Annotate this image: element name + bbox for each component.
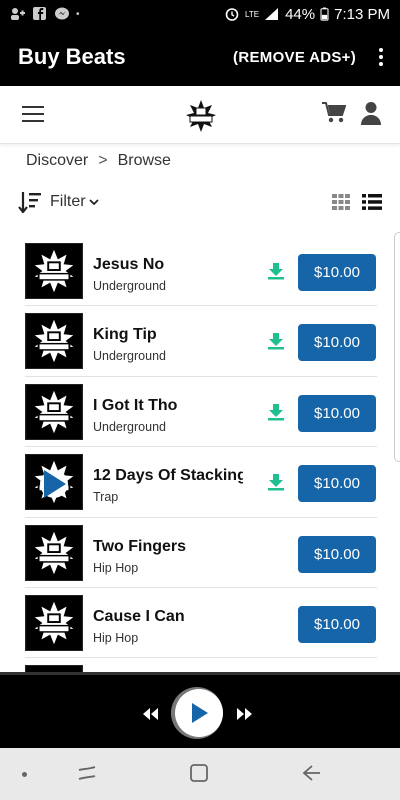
beat-row[interactable]: Two Fingers Hip Hop $10.00 [25, 518, 377, 588]
beat-genre: Underground [93, 349, 166, 364]
beat-row[interactable]: Jesus No Underground $10.00 [25, 236, 377, 307]
beat-thumbnail[interactable] [25, 243, 83, 299]
home-icon[interactable] [188, 762, 210, 784]
notification-icons: • [10, 7, 80, 21]
download-icon[interactable] [267, 473, 285, 491]
status-bar: • LTE 44% 7:13 PM [0, 0, 400, 28]
overflow-menu-icon[interactable] [378, 48, 384, 66]
download-icon[interactable] [267, 403, 285, 421]
clock: 7:13 PM [334, 5, 390, 23]
alarm-icon [225, 8, 239, 21]
beat-artwork [26, 384, 82, 439]
list-view-icon[interactable] [362, 194, 382, 210]
messenger-notification-icon [55, 7, 69, 20]
breadcrumb-separator: > [98, 152, 108, 169]
beat-title[interactable]: 12 Days Of Stacking [93, 467, 243, 485]
beat-genre: Hip Hop [93, 560, 139, 575]
previous-icon[interactable] [142, 708, 158, 720]
beat-genre: Trap [93, 490, 119, 505]
beat-genre: Underground [93, 419, 166, 434]
back-icon[interactable] [300, 762, 322, 784]
breadcrumb-browse[interactable]: Browse [118, 152, 171, 170]
beat-thumbnail[interactable] [25, 454, 83, 511]
buy-price-button[interactable]: $10.00 [298, 254, 376, 291]
site-header [0, 86, 400, 144]
breadcrumb: Discover > Browse [26, 152, 171, 170]
list-toolbar: Filter [18, 188, 382, 216]
beat-genre: Hip Hop [93, 630, 139, 645]
beat-thumbnail[interactable] [25, 313, 83, 370]
system-status: LTE 44% 7:13 PM [224, 6, 390, 23]
beat-row[interactable]: Cause I Can Hip Hop $10.00 [25, 588, 377, 659]
beat-artwork [26, 525, 82, 580]
contacts-notification-icon [11, 8, 25, 20]
grid-view-icon[interactable] [332, 194, 350, 210]
beat-thumbnail[interactable] [25, 524, 83, 581]
download-icon[interactable] [267, 332, 285, 350]
app-title: Buy Beats [18, 44, 126, 69]
play-button[interactable] [175, 689, 223, 737]
beat-row[interactable]: King Tip Underground $10.00 [25, 306, 377, 377]
user-icon[interactable] [360, 101, 382, 125]
next-icon[interactable] [237, 708, 253, 720]
beat-title[interactable]: King Tip [93, 326, 157, 344]
dot-notification-icon: • [76, 8, 80, 20]
beat-thumbnail[interactable] [25, 594, 83, 651]
network-type: LTE [245, 9, 260, 19]
remove-ads-button[interactable]: (REMOVE ADS+) [233, 49, 356, 66]
app-bar: Buy Beats (REMOVE ADS+) [0, 28, 400, 86]
filter-button[interactable]: Filter [50, 193, 86, 211]
beat-genre: Underground [93, 279, 166, 293]
beat-thumbnail[interactable] [25, 383, 83, 440]
breadcrumb-discover[interactable]: Discover [26, 152, 88, 170]
buy-price-button[interactable]: $10.00 [298, 394, 376, 432]
play-icon[interactable] [40, 470, 68, 499]
buy-price-button[interactable]: $10.00 [298, 324, 376, 362]
recent-apps-icon[interactable] [76, 762, 98, 784]
play-icon [192, 703, 208, 723]
buy-price-button[interactable]: $10.00 [298, 465, 376, 503]
hamburger-icon[interactable] [22, 106, 44, 122]
system-nav-bar [0, 748, 400, 800]
chevron-down-icon[interactable] [88, 198, 99, 206]
beat-artwork [26, 244, 82, 298]
beat-row[interactable]: I Got It Tho Underground $10.00 [25, 377, 377, 448]
facebook-notification-icon [33, 7, 46, 20]
beat-title[interactable]: I Got It Tho [93, 397, 177, 415]
site-logo[interactable] [184, 98, 218, 132]
side-drawer-handle[interactable] [394, 232, 400, 462]
buy-price-button[interactable]: $10.00 [298, 535, 376, 573]
buy-price-button[interactable]: $10.00 [298, 605, 376, 643]
nav-dot-icon [22, 772, 27, 777]
battery-icon [320, 7, 329, 21]
cart-icon[interactable] [322, 102, 346, 124]
battery-percent: 44% [285, 5, 316, 23]
signal-icon [265, 8, 279, 20]
beat-row[interactable]: 12 Days Of Stacking Trap $10.00 [25, 447, 377, 518]
beat-artwork [26, 595, 82, 650]
beat-title[interactable]: Jesus No [93, 256, 164, 274]
beat-artwork [26, 314, 82, 369]
sort-icon[interactable] [18, 191, 42, 213]
beats-list: Jesus No Underground $10.00 King Tip Undergr… [25, 236, 377, 729]
beat-title[interactable]: Two Fingers [93, 538, 186, 556]
audio-player [0, 672, 400, 748]
beat-title[interactable]: Cause I Can [93, 608, 185, 626]
download-icon[interactable] [267, 262, 285, 280]
